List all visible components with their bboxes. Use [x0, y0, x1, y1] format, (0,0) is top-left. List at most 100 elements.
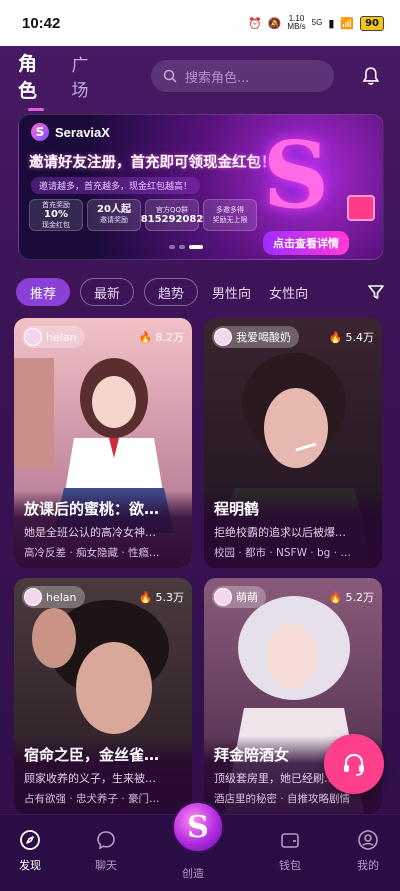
status-time: 10:42 [22, 14, 61, 32]
card-views: 🔥 5.3万 [139, 589, 184, 605]
avatar [214, 328, 232, 346]
card-author[interactable]: 我爱喝酸奶 [212, 326, 299, 348]
top-header: 角色 广场 搜索角色... [0, 46, 400, 111]
card-title: 放课后的蜜桃：欲… [24, 500, 160, 518]
nav-mine-label: 我的 [357, 859, 379, 872]
fire-icon: 🔥 [138, 330, 153, 344]
card-title: 程明鹤 [214, 500, 260, 518]
filter-funnel-icon[interactable] [366, 282, 386, 302]
banner-chip: 官方QQ群 815292082 [141, 199, 203, 231]
avatar [24, 328, 42, 346]
filter-latest[interactable]: 最新 [80, 278, 135, 306]
banner-chip: 首充奖励 10% 现金红包 [29, 199, 83, 231]
search-placeholder: 搜索角色... [184, 70, 250, 86]
author-name: helan [46, 590, 77, 604]
card-header: 萌萌 🔥 5.2万 [212, 586, 374, 608]
nav-create-label: 创造 [182, 867, 204, 880]
views-count: 8.2万 [155, 331, 185, 344]
fire-icon: 🔥 [328, 590, 343, 604]
filter-male[interactable]: 男性向 [208, 278, 255, 306]
card-tags: 校园 · 都市 · NSFW · bg · … [214, 547, 351, 559]
gift-box-icon [347, 195, 375, 221]
filter-female[interactable]: 女性向 [265, 278, 312, 306]
card-views: 🔥 5.4万 [329, 329, 374, 345]
nav-chat[interactable]: 聊天 [76, 829, 136, 873]
tab-square[interactable]: 广场 [71, 51, 104, 101]
chip-main: 10% [44, 209, 68, 220]
banner-brand: S SeraviaX [31, 123, 110, 141]
chip-main: 20人起 [97, 204, 131, 215]
avatar [24, 588, 42, 606]
nav-mine[interactable]: 我的 [338, 829, 398, 873]
card-description: 顾家收养的义子，生来被… [24, 772, 156, 785]
banner-s-logo-icon: S [262, 121, 330, 229]
net-speed: 1.10 MB/s [287, 15, 305, 31]
tab-role[interactable]: 角色 [18, 49, 55, 111]
card-tags: 占有欲强 · 忠犬养子 · 豪门… [24, 793, 160, 805]
search-icon [163, 69, 177, 83]
headset-icon [344, 753, 364, 776]
filter-trending[interactable]: 趋势 [144, 278, 199, 306]
status-bar: 10:42 ⏰ 🔕 1.10 MB/s 5G ▮ 📶 90 [0, 0, 400, 46]
compass-icon [20, 830, 40, 850]
promo-banner[interactable]: S SeraviaX 邀请好友注册，首充即可领现金红包！ 邀请越多，首充越多，现… [18, 114, 384, 260]
character-card[interactable]: helan 🔥 5.3万 宿命之臣，金丝雀… 顾家收养的义子，生来被… 占有欲强 … [14, 578, 192, 814]
chip-bottom: 现金红包 [42, 221, 70, 229]
alarm-icon: ⏰ [248, 16, 262, 30]
author-name: helan [46, 330, 77, 344]
nav-chat-label: 聊天 [95, 859, 117, 872]
create-button[interactable]: S [172, 801, 224, 853]
nav-wallet-label: 钱包 [279, 859, 301, 872]
character-card[interactable]: helan 🔥 8.2万 放课后的蜜桃：欲… 她是全班公认的高冷女神… 高冷反差 … [14, 318, 192, 568]
card-author[interactable]: 萌萌 [212, 586, 266, 608]
nav-wallet[interactable]: 钱包 [260, 829, 320, 873]
mute-icon: 🔕 [267, 16, 282, 30]
card-info: 程明鹤 拒绝校霸的追求以后被爆… 校园 · 都市 · NSFW · bg · … [204, 490, 382, 568]
card-author[interactable]: helan [22, 326, 85, 348]
pager-dot [179, 245, 185, 249]
card-title: 宿命之臣，金丝雀… [24, 746, 160, 764]
card-header: 我爱喝酸奶 🔥 5.4万 [212, 326, 374, 348]
character-card[interactable]: 我爱喝酸奶 🔥 5.4万 程明鹤 拒绝校霸的追求以后被爆… 校园 · 都市 · N… [204, 318, 382, 568]
card-header: helan 🔥 8.2万 [22, 326, 184, 348]
banner-subline: 邀请越多，首充越多，现金红包越高！ [31, 177, 201, 194]
banner-chip: 20人起 邀请奖励 [87, 199, 141, 231]
banner-cta-button[interactable]: 点击查看详情 [263, 231, 349, 255]
chip-bottom: 邀请奖励 [100, 216, 128, 224]
chip-bottom: 奖励无上限 [212, 216, 248, 224]
fire-icon: 🔥 [328, 330, 343, 344]
author-name: 我爱喝酸奶 [236, 331, 291, 344]
card-info: 放课后的蜜桃：欲… 她是全班公认的高冷女神… 高冷反差 · 痴女隐藏 · 性瘾… [14, 490, 192, 568]
views-count: 5.3万 [155, 591, 185, 604]
chip-top: 多邀多得 [216, 206, 244, 214]
category-filters: 推荐 最新 趋势 男性向 女性向 [16, 276, 386, 308]
user-profile-icon [358, 830, 378, 850]
chat-bubble-icon [97, 831, 115, 850]
fire-icon: 🔥 [138, 590, 153, 604]
signal-label: 5G [311, 18, 323, 27]
nav-discover-label: 发现 [19, 859, 41, 872]
banner-pager [169, 245, 203, 249]
customer-service-button[interactable] [324, 734, 384, 794]
banner-headline: 邀请好友注册，首充即可领现金红包！ [29, 155, 276, 171]
views-count: 5.2万 [345, 591, 375, 604]
banner-chips: 首充奖励 10% 现金红包 20人起 邀请奖励 官方QQ群 815292082 … [29, 199, 257, 231]
bottom-nav: 发现 聊天 S 创造 钱包 我的 [0, 801, 400, 891]
battery-icon: 90 [360, 15, 384, 31]
bell-icon[interactable] [360, 65, 382, 87]
brand-logo-icon: S [31, 123, 49, 141]
status-icons: ⏰ 🔕 1.10 MB/s 5G ▮ 📶 90 [248, 15, 384, 31]
chip-main: 815292082 [140, 214, 204, 225]
card-author[interactable]: helan [22, 586, 85, 608]
signal-icon: ▮ [328, 16, 335, 30]
net-speed-unit: MB/s [287, 22, 306, 31]
nav-discover[interactable]: 发现 [0, 829, 60, 873]
filter-recommended[interactable]: 推荐 [16, 278, 71, 306]
card-header: helan 🔥 5.3万 [22, 586, 184, 608]
search-input[interactable]: 搜索角色... [150, 60, 335, 92]
wifi-icon: 📶 [340, 16, 355, 30]
wallet-icon [281, 833, 299, 848]
avatar [214, 588, 232, 606]
pager-dot-active [189, 245, 203, 249]
pager-dot [169, 245, 175, 249]
